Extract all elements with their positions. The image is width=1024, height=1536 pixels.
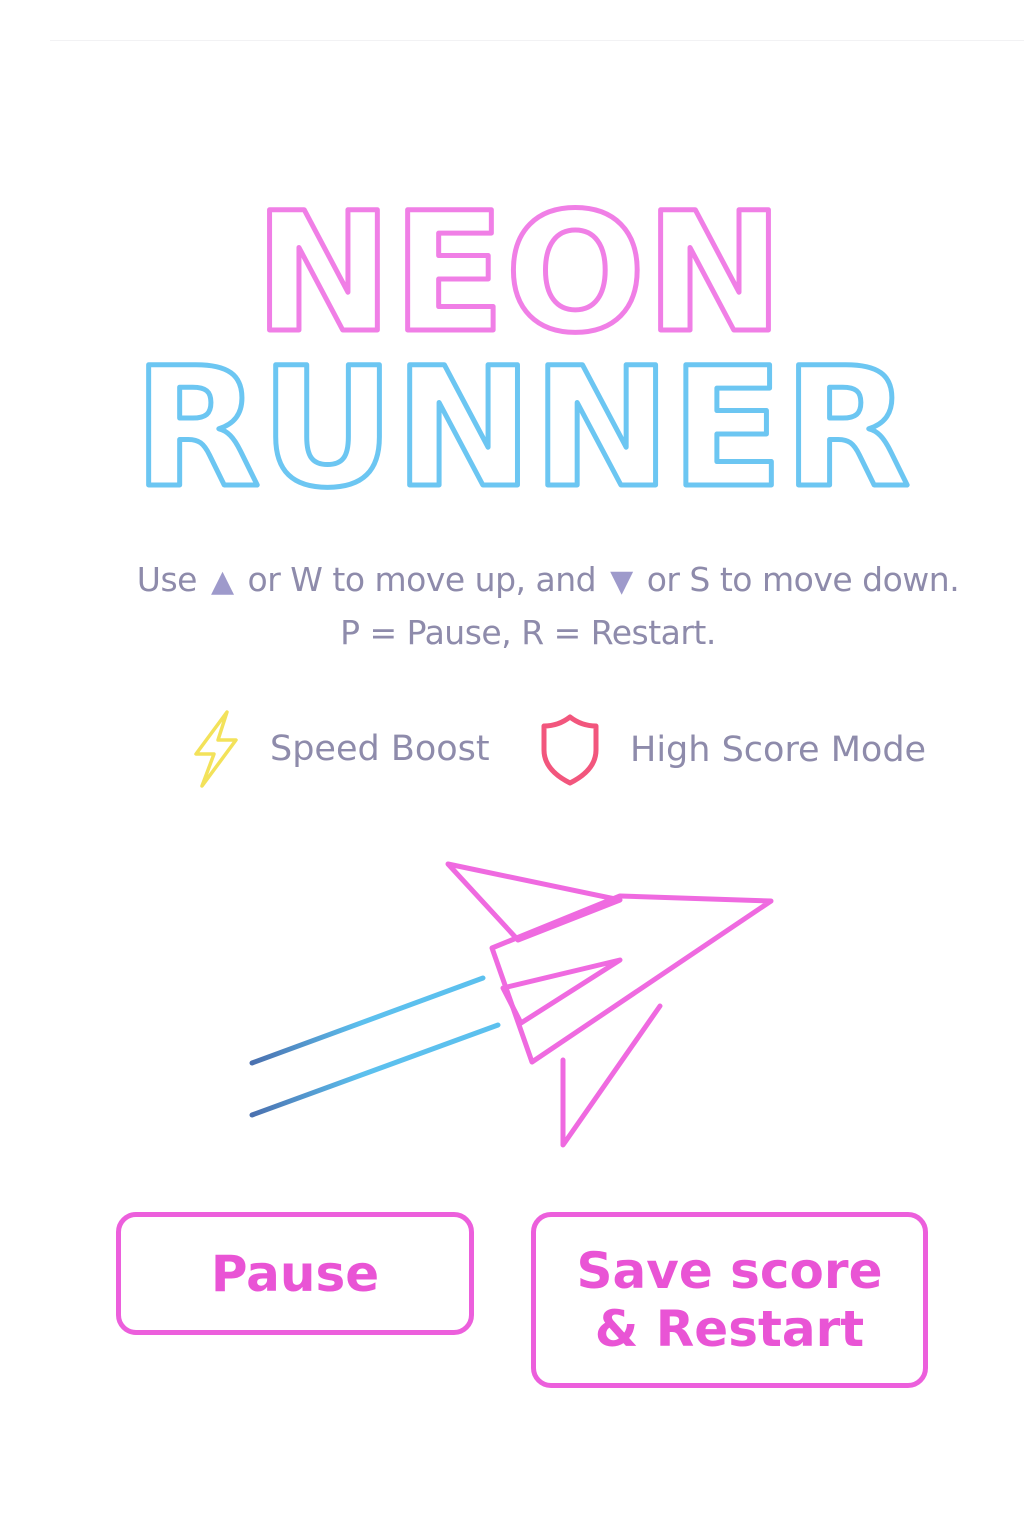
speed-trail-lines [249,975,501,1118]
pause-button[interactable]: Pause [116,1212,474,1335]
speed-boost-label: Speed Boost [270,729,490,769]
instruction-text-up: or W to move up, and [247,560,597,599]
mode-speed-boost: Speed Boost [190,708,490,790]
game-title: NEON RUNNER [131,180,913,510]
shield-icon [541,714,599,786]
mode-high-score: High Score Mode [540,712,926,788]
save-and-restart-button[interactable]: Save score & Restart [531,1212,928,1388]
shortcut-instructions: P = Pause, R = Restart. [340,613,716,652]
top-divider [50,40,1024,41]
rocket-ship [445,861,774,1148]
down-arrow-icon: ▼ [610,564,633,599]
pause-button-label: Pause [210,1244,380,1303]
instruction-text-down: or S to move down. [646,560,960,599]
lightning-bolt-icon [194,710,238,788]
title-line-runner: RUNNER [134,332,911,510]
game-start-screen: NEON RUNNER Use ▲ or W to move up, and ▼… [0,0,1024,1536]
up-arrow-icon: ▲ [210,564,234,599]
instruction-text-use: Use [136,560,198,599]
controls-instructions: Use ▲ or W to move up, and ▼ or S to mov… [36,560,1024,599]
rocket-illustration [249,861,774,1148]
high-score-label: High Score Mode [630,730,927,770]
save-button-label-line1: Save score [576,1242,883,1300]
save-button-label-line2: & Restart [594,1300,865,1358]
